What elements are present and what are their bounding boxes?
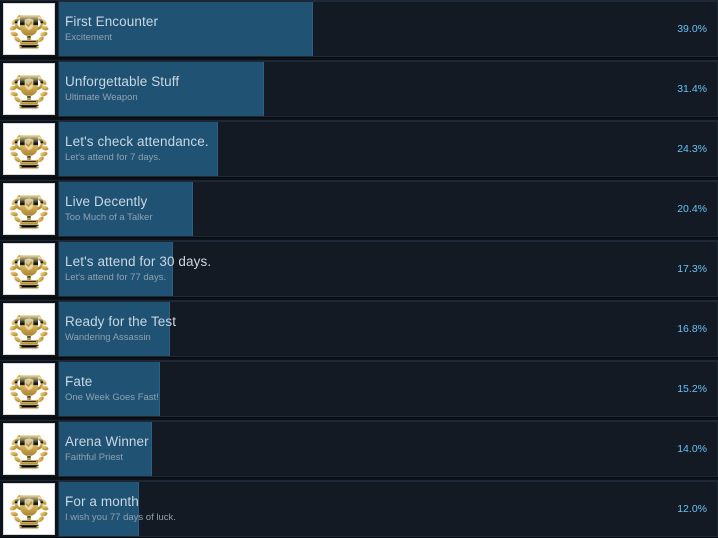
achievement-progress-cell: Let's check attendance. Let's attend for… — [58, 121, 718, 177]
achievement-progress-cell: Arena Winner Faithful Priest 14.0% — [58, 421, 718, 477]
achievement-progress-cell: Let's attend for 30 days. Let's attend f… — [58, 241, 718, 297]
trophy-icon — [3, 303, 55, 355]
achievement-percent: 24.3% — [677, 143, 707, 155]
achievement-progress-fill — [59, 122, 219, 176]
achievement-row-3[interactable]: Let's check attendance. Let's attend for… — [0, 120, 718, 178]
trophy-icon — [3, 63, 55, 115]
achievement-progress-cell: First Encounter Excitement 39.0% — [58, 1, 718, 57]
trophy-icon — [3, 483, 55, 535]
trophy-icon — [3, 123, 55, 175]
trophy-icon — [3, 363, 55, 415]
achievement-percent: 15.2% — [677, 383, 707, 395]
achievement-row-7[interactable]: Fate One Week Goes Fast! 15.2% — [0, 360, 718, 418]
achievement-icon-cell — [0, 1, 58, 57]
trophy-icon — [3, 423, 55, 475]
achievement-icon-cell — [0, 241, 58, 297]
achievement-progress-fill — [59, 242, 174, 296]
achievement-title: For a month — [65, 494, 139, 509]
trophy-icon — [3, 3, 55, 55]
achievement-row-6[interactable]: Ready for the Test Wandering Assassin 16… — [0, 300, 718, 358]
achievement-percent: 12.0% — [677, 503, 707, 515]
achievement-icon-cell — [0, 121, 58, 177]
achievements-list: First Encounter Excitement 39.0% Unforge… — [0, 0, 718, 538]
achievement-row-8[interactable]: Arena Winner Faithful Priest 14.0% — [0, 420, 718, 478]
achievement-icon-cell — [0, 301, 58, 357]
achievement-icon-cell — [0, 181, 58, 237]
achievement-row-5[interactable]: Let's attend for 30 days. Let's attend f… — [0, 240, 718, 298]
achievement-progress-fill — [59, 422, 153, 476]
achievement-percent: 16.8% — [677, 323, 707, 335]
achievement-description: I wish you 77 days of luck. — [65, 512, 176, 523]
achievement-progress-cell: Unforgettable Stuff Ultimate Weapon 31.4… — [58, 61, 718, 117]
achievement-percent: 20.4% — [677, 203, 707, 215]
achievement-progress-fill — [59, 302, 171, 356]
trophy-icon — [3, 183, 55, 235]
achievement-progress-cell: Fate One Week Goes Fast! 15.2% — [58, 361, 718, 417]
achievement-text: For a month I wish you 77 days of luck. — [65, 482, 633, 536]
trophy-icon — [3, 243, 55, 295]
achievement-progress-fill — [59, 182, 194, 236]
achievement-percent: 17.3% — [677, 263, 707, 275]
achievement-icon-cell — [0, 361, 58, 417]
achievement-percent: 14.0% — [677, 443, 707, 455]
achievement-progress-fill — [59, 362, 160, 416]
achievement-progress-cell: Live Decently Too Much of a Talker 20.4% — [58, 181, 718, 237]
achievement-progress-fill — [59, 62, 264, 116]
achievement-progress-cell: For a month I wish you 77 days of luck. … — [58, 481, 718, 537]
achievement-row-2[interactable]: Unforgettable Stuff Ultimate Weapon 31.4… — [0, 60, 718, 118]
achievement-icon-cell — [0, 481, 58, 537]
achievement-percent: 39.0% — [677, 23, 707, 35]
achievement-icon-cell — [0, 421, 58, 477]
achievement-progress-fill — [59, 2, 313, 56]
achievement-row-4[interactable]: Live Decently Too Much of a Talker 20.4% — [0, 180, 718, 238]
achievement-row-1[interactable]: First Encounter Excitement 39.0% — [0, 0, 718, 58]
achievement-progress-cell: Ready for the Test Wandering Assassin 16… — [58, 301, 718, 357]
achievement-row-9[interactable]: For a month I wish you 77 days of luck. … — [0, 480, 718, 538]
achievement-icon-cell — [0, 61, 58, 117]
achievement-progress-fill — [59, 482, 140, 536]
achievement-percent: 31.4% — [677, 83, 707, 95]
